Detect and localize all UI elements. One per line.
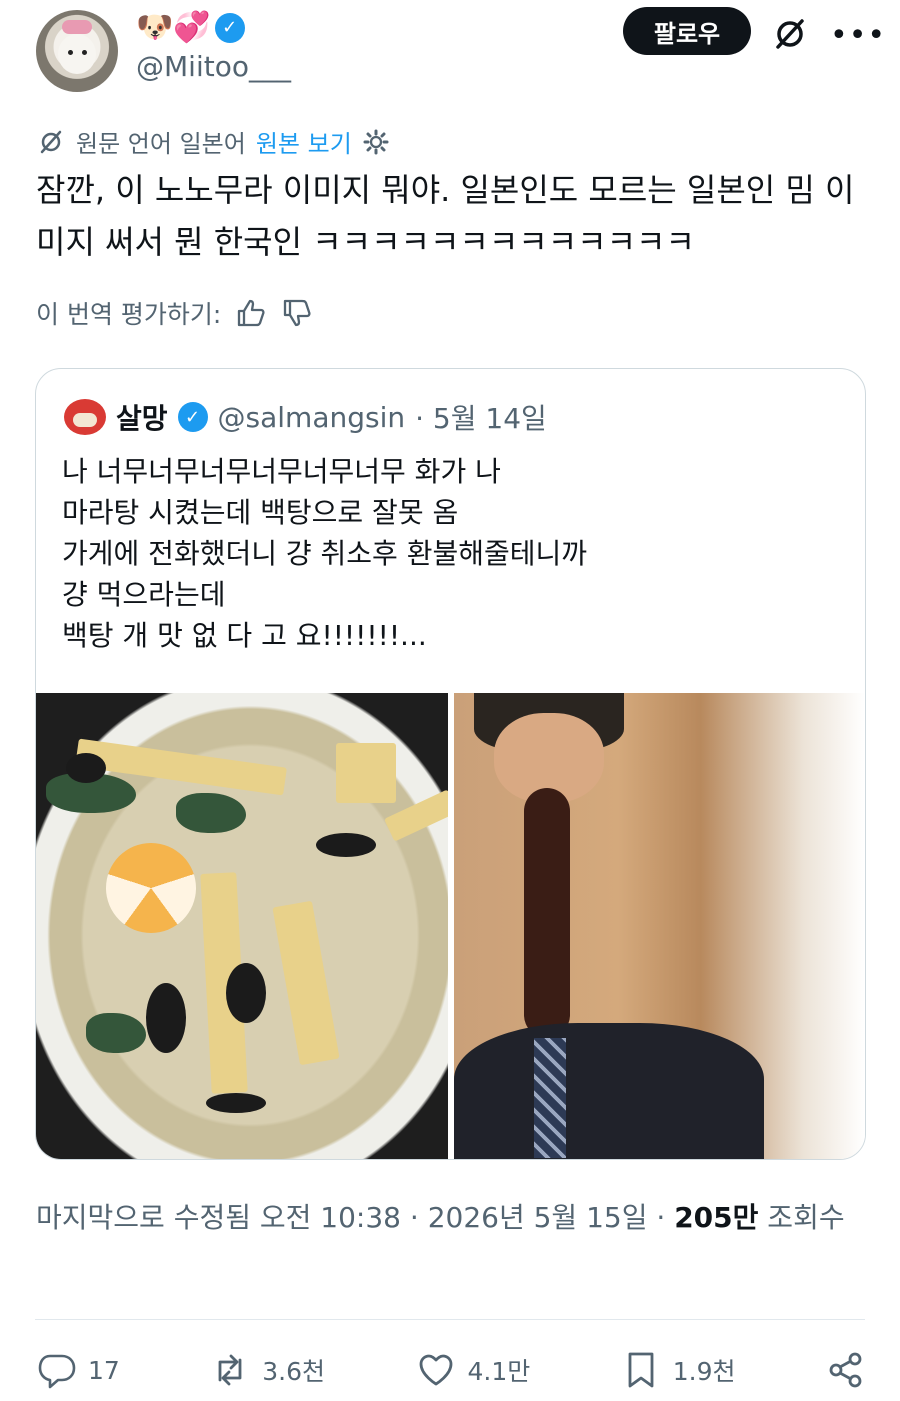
rate-translation: 이 번역 평가하기: [36,295,313,331]
settings-gear-icon[interactable] [362,128,390,156]
action-bar: 17 3.6천 4.1만 1.9천 [36,1345,866,1395]
quoted-verified-badge-icon: ✓ [177,402,208,432]
bookmark-button[interactable]: 1.9천 [621,1350,736,1390]
more-options-icon[interactable]: ••• [830,18,886,53]
grok-icon[interactable] [770,14,810,54]
like-button[interactable]: 4.1만 [416,1350,531,1390]
follow-button[interactable]: 팔로우 [623,7,751,55]
show-original-link[interactable]: 원본 보기 [256,124,352,159]
tweet-meta: 마지막으로 수정됨 오전 10:38 · 2026년 5월 15일 · 205만… [36,1195,866,1241]
quoted-tweet-header: 살망 ✓ @salmangsin · 5월 14일 [64,397,547,437]
repost-icon [218,1354,242,1386]
avatar-bow [62,20,92,34]
quoted-tweet-card[interactable]: 살망 ✓ @salmangsin · 5월 14일 나 너무너무너무너무너무너무… [35,368,866,1160]
quoted-display-name[interactable]: 살망 [116,397,168,437]
view-label: 조회수 [758,1201,845,1234]
display-name[interactable]: 🐶💞 ✓ [136,8,245,48]
share-icon [829,1352,862,1388]
bookmark-icon [628,1352,654,1388]
avatar[interactable] [36,10,118,92]
translation-source-label: 원문 언어 일본어 [76,130,246,158]
repost-count: 3.6천 [262,1357,326,1386]
crying-man-meme-photo[interactable] [453,693,865,1159]
quoted-tweet-text: 나 너무너무너무너무너무너무 화가 나 마라탕 시켰는데 백탕으로 잘못 옴 가… [62,455,588,652]
verified-badge-icon: ✓ [214,13,245,43]
translation-info: 원문 언어 일본어 원본 보기 [36,124,390,159]
thumbs-up-icon[interactable] [235,297,267,329]
thumbs-down-icon[interactable] [281,297,313,329]
quoted-media [36,693,865,1159]
quoted-date: · 5월 14일 [415,402,547,435]
divider [35,1319,865,1320]
soup-photo[interactable] [36,693,448,1159]
avatar-face [58,34,96,74]
edited-timestamp[interactable]: 마지막으로 수정됨 오전 10:38 · 2026년 5월 15일 · [36,1201,674,1234]
share-button[interactable] [826,1350,866,1390]
translate-grok-icon [40,130,62,153]
quoted-avatar[interactable] [64,399,106,435]
tweet-text: 잠깐, 이 노노무라 이미지 뭐야. 일본인도 모르는 일본인 밈 이미지 써서… [36,171,855,261]
reply-icon [38,1354,76,1389]
rate-translation-label: 이 번역 평가하기: [36,300,222,329]
reply-count: 17 [88,1355,120,1385]
heart-icon [419,1354,452,1386]
repost-button[interactable]: 3.6천 [210,1350,325,1390]
reply-button[interactable]: 17 [36,1350,120,1390]
like-count: 4.1만 [467,1357,531,1386]
quoted-handle[interactable]: @salmangsin [218,401,406,434]
view-count: 205만 [674,1201,759,1234]
user-handle[interactable]: @Miitoo___ [136,50,291,83]
display-name-emojis: 🐶💞 [136,10,211,45]
bookmark-count: 1.9천 [672,1357,736,1386]
